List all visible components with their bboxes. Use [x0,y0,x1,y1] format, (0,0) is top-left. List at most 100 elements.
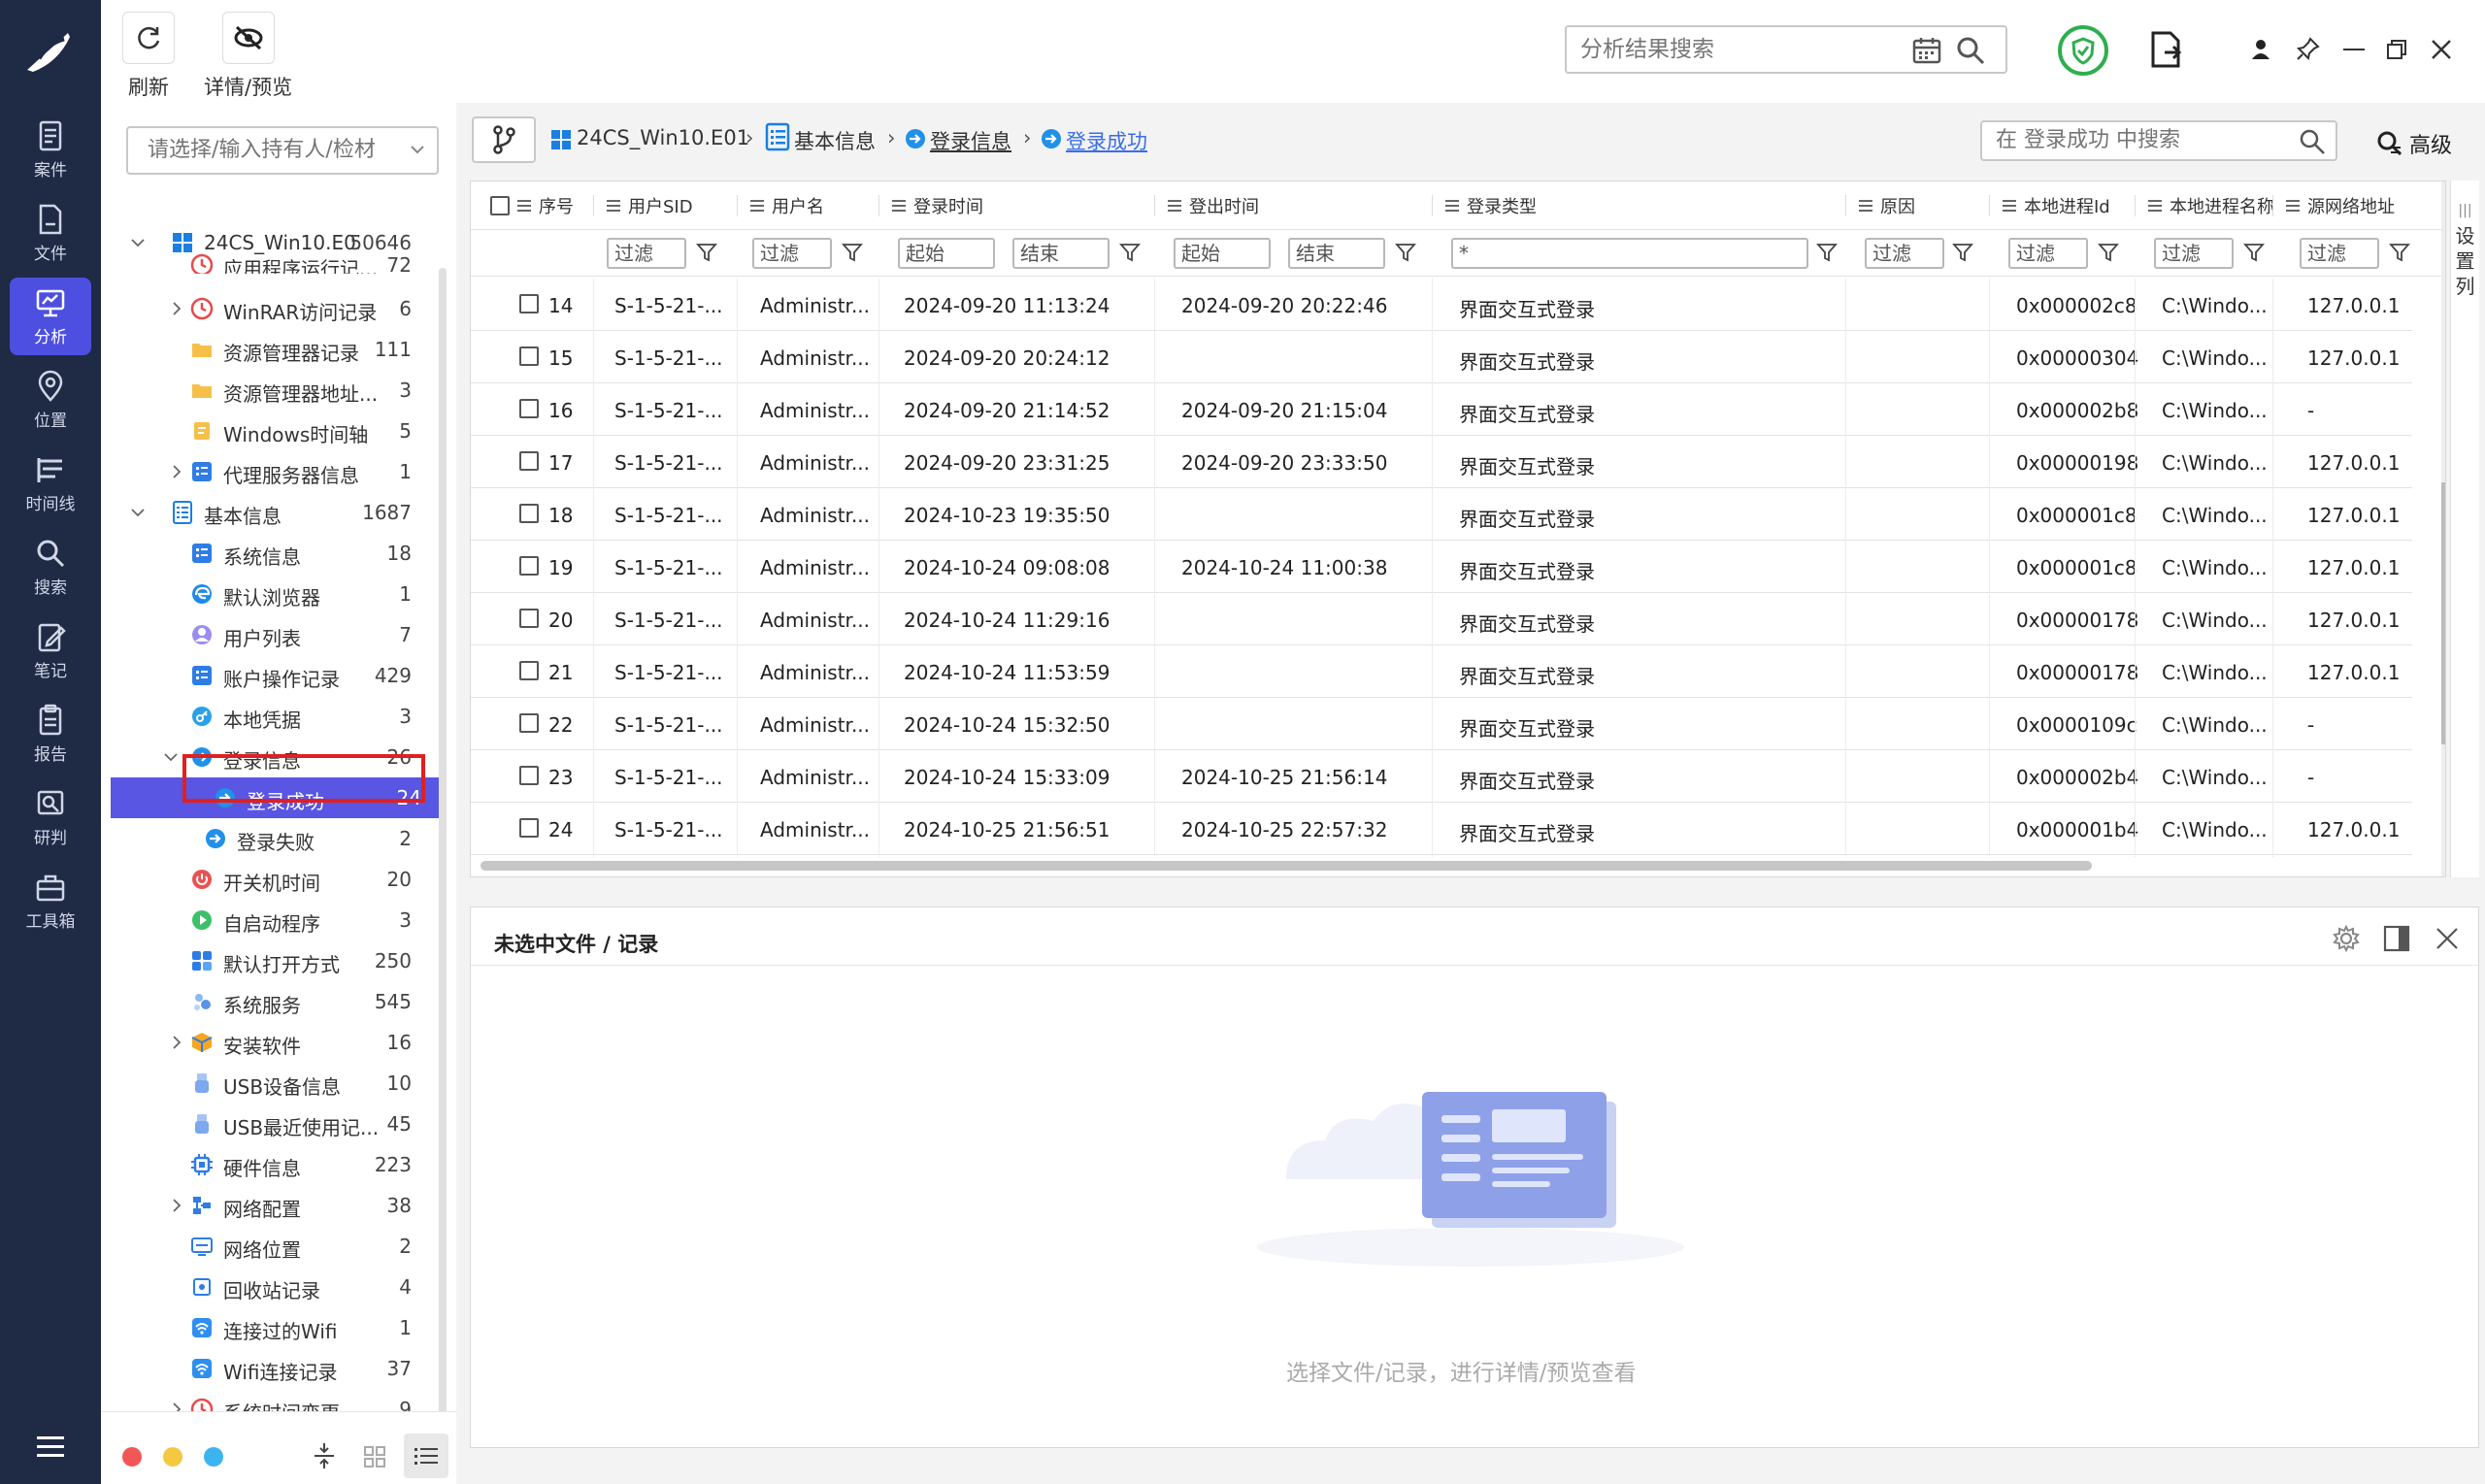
filter-funnel-icon[interactable] [1119,242,1141,263]
analysis-search-input[interactable] [1580,35,1910,64]
column-menu-icon[interactable] [517,200,531,212]
column-separator[interactable] [2135,195,2136,216]
row-checkbox[interactable] [519,713,539,733]
filter-funnel-icon[interactable] [1816,242,1838,263]
column-header-user[interactable]: 用户名 [750,181,824,230]
column-separator[interactable] [737,195,738,216]
advanced-search-button[interactable]: 高级 [2376,128,2452,159]
tree-item[interactable]: 自启动程序 3 [101,900,431,940]
tree-item[interactable]: 基本信息 1687 [101,492,431,533]
column-separator[interactable] [878,195,879,216]
analysis-search-box[interactable] [1565,25,2007,74]
column-header-logout[interactable]: 登出时间 [1168,181,1259,230]
column-header-pname[interactable]: 本地进程名称 [2148,181,2274,230]
column-header-src[interactable]: 源网络地址 [2286,181,2395,230]
filter-input-reason[interactable]: 过滤 [1865,238,1944,269]
tree-item[interactable]: 代理服务器信息 1 [101,451,431,492]
tree-item[interactable]: Wifi连接记录 37 [101,1348,431,1389]
holder-select-input[interactable] [148,138,390,162]
column-settings-button[interactable]: ||| 设置列 [2450,181,2479,877]
table-row[interactable]: 22 S-1-5-21-... Administr... 2024-10-24 15:… [471,698,2412,750]
filter-input-pid[interactable]: 过滤 [2008,238,2088,269]
scoped-search-box[interactable] [1980,120,2337,161]
tree-item[interactable]: 回收站记录 4 [101,1267,431,1307]
row-checkbox[interactable] [519,294,539,313]
hamburger-menu-icon[interactable] [33,1435,68,1460]
branch-toggle-button[interactable] [472,116,536,163]
holder-select-box[interactable] [126,126,439,175]
filter-input-type[interactable]: * [1451,238,1808,269]
tree-item[interactable]: WinRAR访问记录 6 [101,288,431,329]
tree-item[interactable]: 硬件信息 223 [101,1144,431,1185]
table-row[interactable]: 23 S-1-5-21-... Administr... 2024-10-24 15:… [471,750,2412,803]
row-checkbox[interactable] [519,399,539,418]
breadcrumb-item-login-success[interactable]: 登录成功 [1066,126,1147,155]
table-row[interactable]: 18 S-1-5-21-... Administr... 2024-10-23 19:… [471,488,2412,541]
tree-item[interactable]: 登录失败 2 [101,818,431,859]
filter-input-pname[interactable]: 过滤 [2154,238,2234,269]
filter-login-end[interactable]: 结束 [1012,238,1110,269]
status-ok-icon[interactable] [2056,23,2110,78]
tree-item[interactable]: 登录成功 24 [111,777,441,818]
chevron-right-icon[interactable] [169,1035,184,1050]
chevron-right-icon[interactable] [169,1198,184,1213]
table-row[interactable]: 24 S-1-5-21-... Administr... 2024-10-25 21:… [471,803,2412,855]
refresh-button[interactable]: 刷新 [122,12,175,101]
grid-view-icon[interactable] [363,1445,386,1468]
table-vertical-scroll-thumb[interactable] [2441,482,2445,744]
red-dot-icon[interactable] [122,1447,142,1467]
filter-funnel-icon[interactable] [1952,242,1973,263]
tree-item[interactable]: 系统信息 18 [101,533,431,574]
breadcrumb-item-basic-info[interactable]: 基本信息 [794,126,876,155]
column-header-pid[interactable]: 本地进程Id [2003,181,2110,230]
table-row[interactable]: 15 S-1-5-21-... Administr... 2024-09-20 20:… [471,331,2412,383]
row-checkbox[interactable] [519,818,539,838]
blue-dot-icon[interactable] [204,1447,223,1467]
tree-item[interactable]: 本地凭据 3 [101,696,431,737]
row-checkbox[interactable] [519,661,539,680]
column-menu-icon[interactable] [1168,200,1181,212]
tree-item[interactable]: 系统服务 545 [101,981,431,1022]
select-all-checkbox[interactable] [490,196,510,215]
tree-item[interactable]: 网络配置 38 [101,1185,431,1226]
column-header-no[interactable]: 序号 [517,181,574,230]
table-row[interactable]: 17 S-1-5-21-... Administr... 2024-09-20 23:… [471,436,2412,488]
tree-item[interactable]: 资源管理器地址... 3 [101,370,431,411]
rail-item-case[interactable]: 案件 [10,111,91,188]
yellow-dot-icon[interactable] [163,1447,182,1467]
column-separator[interactable] [1154,195,1155,216]
toggle-sidepanel-icon[interactable] [2383,925,2410,952]
minimize-icon[interactable] [2343,49,2365,52]
tree-item[interactable]: 资源管理器记录 111 [101,329,431,370]
filter-funnel-icon[interactable] [2389,242,2410,263]
table-row[interactable]: 16 S-1-5-21-... Administr... 2024-09-20 21:… [471,383,2412,436]
column-separator[interactable] [2272,195,2273,216]
column-menu-icon[interactable] [2286,200,2300,212]
rail-item-file[interactable]: 文件 [10,194,91,272]
collapse-all-icon[interactable] [313,1441,336,1470]
scoped-search-input[interactable] [1996,128,2287,152]
column-header-login[interactable]: 登录时间 [892,181,983,230]
column-header-sid[interactable]: 用户SID [607,181,693,230]
rail-item-location[interactable]: 位置 [10,361,91,439]
tree-item[interactable]: 默认浏览器 1 [101,574,431,614]
chevron-right-icon[interactable] [169,301,184,316]
tree-item[interactable]: 登录信息 26 [101,737,431,777]
tree-scrollbar[interactable] [439,268,447,1433]
table-vertical-scrollbar[interactable] [2441,181,2445,876]
row-checkbox[interactable] [519,556,539,576]
filter-funnel-icon[interactable] [842,242,863,263]
tree-item[interactable]: Windows时间轴 5 [101,411,431,451]
rail-item-report[interactable]: 报告 [10,695,91,773]
column-separator[interactable] [1989,195,1990,216]
filter-funnel-icon[interactable] [696,242,717,263]
breadcrumb-item-evidence[interactable]: 24CS_Win10.E01 [577,126,749,149]
chevron-right-icon[interactable] [169,464,184,479]
column-menu-icon[interactable] [1859,200,1872,212]
column-separator[interactable] [593,195,594,216]
tree-item[interactable]: 网络位置 2 [101,1226,431,1267]
tree-item[interactable]: 默认打开方式 250 [101,940,431,981]
calendar-icon[interactable] [1912,37,1941,64]
tree-item[interactable]: 连接过的Wifi 1 [101,1307,431,1348]
chevron-down-icon[interactable] [163,749,179,765]
